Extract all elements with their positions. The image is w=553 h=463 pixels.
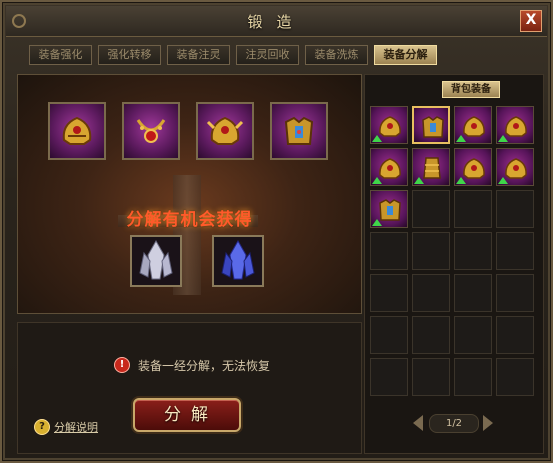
forge-window: 锻造 X 装备强化 强化转移 装备注灵 注灵回收 装备洗炼 装备分解 分解有机会… — [0, 0, 553, 463]
upgrade-arrow-icon — [414, 177, 424, 184]
warning-text: 装备一经分解，无法恢复 — [138, 359, 271, 373]
armor-icon — [422, 116, 444, 138]
bag-item-slot[interactable] — [370, 148, 408, 186]
tab-equip-spirit[interactable]: 装备注灵 — [167, 45, 230, 65]
pager: 1/2 — [413, 413, 493, 433]
bag-empty-slot[interactable] — [496, 316, 534, 354]
bag-item-slot[interactable] — [454, 148, 492, 186]
tab-enhance-transfer[interactable]: 强化转移 — [98, 45, 161, 65]
bag-empty-slot[interactable] — [454, 316, 492, 354]
bag-empty-slot[interactable] — [454, 190, 492, 228]
equip-slot-3[interactable] — [196, 102, 254, 160]
bag-empty-slot[interactable] — [370, 232, 408, 270]
armor-icon — [284, 116, 314, 145]
help-icon: ? — [34, 419, 50, 435]
upgrade-arrow-icon — [372, 219, 382, 226]
bag-empty-slot[interactable] — [370, 274, 408, 312]
bag-empty-slot[interactable] — [454, 358, 492, 396]
warning-icon: ! — [114, 357, 130, 373]
bag-empty-slot[interactable] — [412, 274, 450, 312]
equip-slot-4[interactable] — [270, 102, 328, 160]
tab-equip-enhance[interactable]: 装备强化 — [29, 45, 92, 65]
reward-item-blue-crystal[interactable] — [212, 235, 264, 287]
tab-spirit-recycle[interactable]: 注灵回收 — [236, 45, 299, 65]
title-bar[interactable]: 锻造 X — [6, 6, 547, 37]
close-button[interactable]: X — [520, 10, 542, 32]
page-next-button[interactable] — [483, 415, 493, 431]
bag-item-slot[interactable] — [370, 106, 408, 144]
upgrade-arrow-icon — [456, 135, 466, 142]
white-crystal-icon — [139, 239, 173, 280]
bag-item-slot[interactable] — [370, 190, 408, 228]
help-text[interactable]: 分解说明 — [54, 419, 98, 435]
bag-empty-slot[interactable] — [412, 190, 450, 228]
bag-panel: 背包装备 1/2 — [364, 74, 544, 454]
bag-empty-slot[interactable] — [412, 316, 450, 354]
necklace-icon — [136, 119, 166, 143]
bag-item-slot[interactable] — [496, 148, 534, 186]
bag-item-slot[interactable] — [454, 106, 492, 144]
bag-item-slot[interactable] — [412, 148, 450, 186]
bottom-panel: ! 装备一经分解，无法恢复 分解 ? 分解说明 — [17, 322, 362, 454]
bag-empty-slot[interactable] — [496, 274, 534, 312]
reward-text: 分解有机会获得 — [126, 210, 253, 230]
upgrade-arrow-icon — [498, 135, 508, 142]
page-prev-button[interactable] — [413, 415, 423, 431]
decompose-button-label: 分解 — [164, 405, 218, 425]
bag-empty-slot[interactable] — [496, 190, 534, 228]
upgrade-arrow-icon — [372, 177, 382, 184]
upgrade-arrow-icon — [498, 177, 508, 184]
bag-item-slot[interactable] — [496, 106, 534, 144]
tab-bag-equipment[interactable]: 背包装备 — [442, 81, 500, 98]
upgrade-arrow-icon — [372, 135, 382, 142]
bag-empty-slot[interactable] — [496, 232, 534, 270]
blue-crystal-icon — [221, 239, 255, 280]
equip-slot-1[interactable] — [48, 102, 106, 160]
bag-item-slot[interactable] — [412, 106, 450, 144]
bag-empty-slot[interactable] — [454, 232, 492, 270]
helmet-icon — [62, 116, 92, 145]
tab-equip-refine[interactable]: 装备洗炼 — [305, 45, 368, 65]
upgrade-arrow-icon — [456, 177, 466, 184]
bag-empty-slot[interactable] — [454, 274, 492, 312]
bag-empty-slot[interactable] — [370, 358, 408, 396]
window-title: 锻造 — [247, 13, 306, 31]
decompose-panel: 分解有机会获得 — [17, 74, 362, 314]
page-indicator: 1/2 — [429, 414, 479, 433]
reward-item-white-crystal[interactable] — [130, 235, 182, 287]
bag-empty-slot[interactable] — [370, 316, 408, 354]
decompose-button[interactable]: 分解 — [133, 398, 241, 432]
bag-empty-slot[interactable] — [412, 232, 450, 270]
bag-empty-slot[interactable] — [412, 358, 450, 396]
equip-slot-2[interactable] — [122, 102, 180, 160]
helmet-icon — [206, 116, 244, 145]
bag-empty-slot[interactable] — [496, 358, 534, 396]
tab-equip-decompose[interactable]: 装备分解 — [374, 45, 437, 65]
